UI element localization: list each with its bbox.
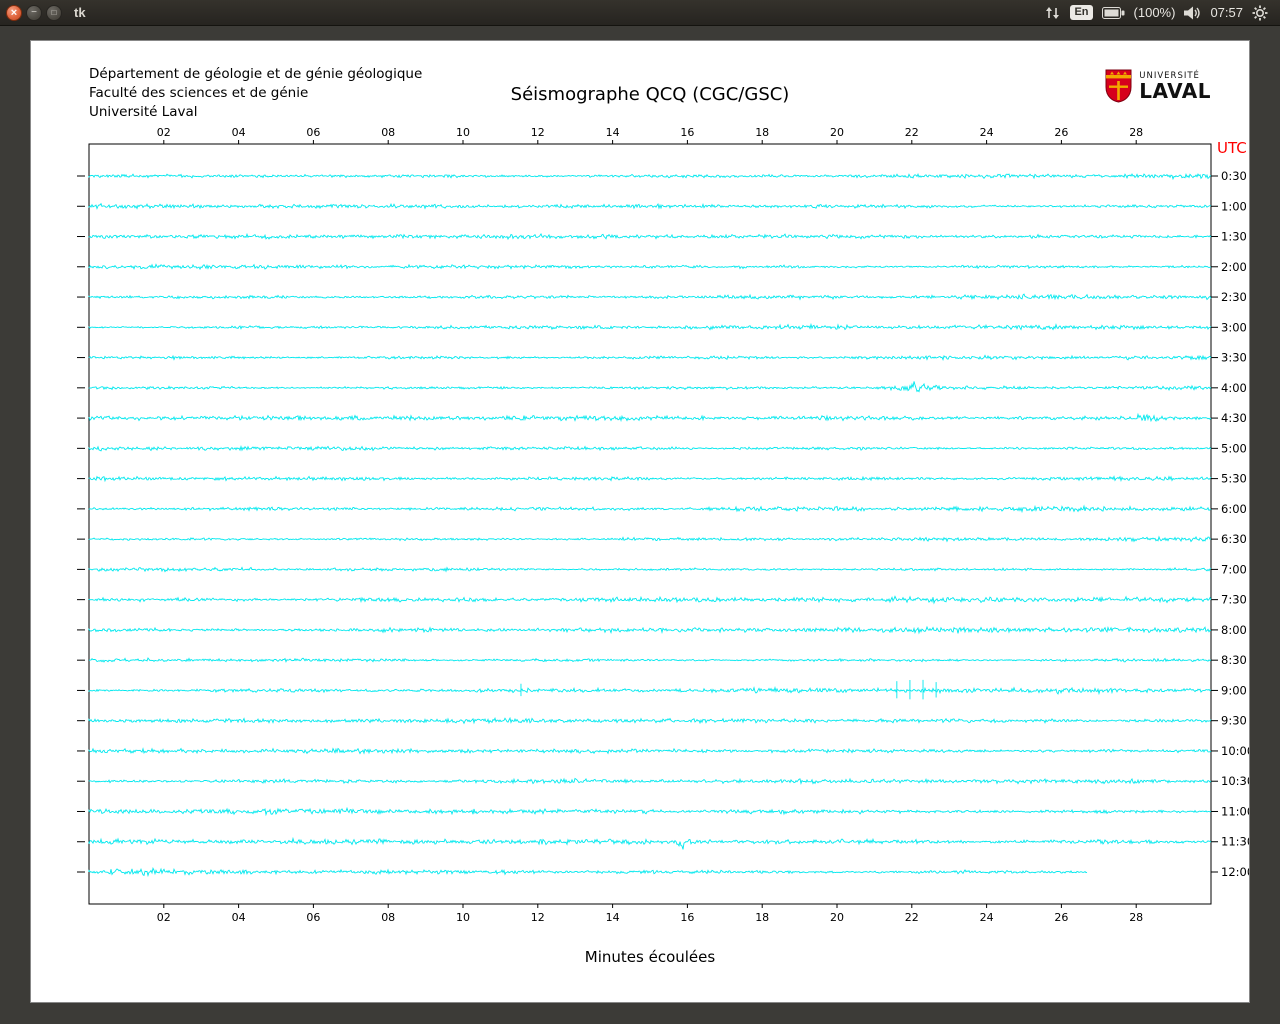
trace-time-label: 5:30: [1221, 472, 1247, 486]
seismogram-trace: [88, 263, 1212, 271]
x-tick-label-bottom: 04: [232, 911, 246, 924]
trace-time-label: 10:00: [1221, 744, 1249, 758]
seismograph-plot: 02 02 04 04 06 06 08 08 10 10 12 12 14 14 16 16 18 18 20 20…: [77, 126, 1249, 966]
window-title: tk: [74, 5, 86, 20]
seismograph-window: Département de géologie et de génie géol…: [30, 40, 1250, 1003]
trace-time-label: 5:00: [1221, 441, 1247, 455]
seismogram-trace: [88, 595, 1212, 605]
x-tick-label-top: 14: [606, 126, 620, 139]
utc-label: UTC: [1217, 139, 1247, 157]
seismogram-trace: [88, 625, 1212, 635]
x-tick-label-top: 22: [905, 126, 919, 139]
seismogram-trace: [88, 381, 1212, 393]
trace-time-label: 9:00: [1221, 683, 1247, 697]
seismogram-trace: [88, 173, 1212, 181]
x-tick-label-bottom: 24: [980, 911, 994, 924]
x-tick-label-bottom: 26: [1054, 911, 1068, 924]
x-tick-label-top: 20: [830, 126, 844, 139]
x-tick-label-top: 04: [232, 126, 246, 139]
x-tick-label-bottom: 20: [830, 911, 844, 924]
trace-time-label: 4:30: [1221, 411, 1247, 425]
x-tick-label-bottom: 14: [606, 911, 620, 924]
trace-time-label: 1:30: [1221, 230, 1247, 244]
trace-time-label: 7:30: [1221, 593, 1247, 607]
trace-time-label: 0:30: [1221, 169, 1247, 183]
minimize-button[interactable]: −: [26, 4, 42, 21]
trace-time-label: 8:00: [1221, 623, 1247, 637]
x-tick-label-top: 06: [306, 126, 320, 139]
plot-border: [88, 143, 1212, 905]
seismogram-trace: [88, 232, 1212, 241]
seismogram-trace: [88, 202, 1212, 210]
x-tick-label-bottom: 12: [531, 911, 545, 924]
seismogram-trace: [88, 504, 1212, 514]
maximize-icon: □: [51, 7, 57, 17]
titlebar: × − □ tk En (100%) 07:57: [0, 0, 1280, 26]
volume-icon[interactable]: [1184, 6, 1201, 20]
x-tick-label-bottom: 10: [456, 911, 470, 924]
seismogram-trace: [88, 475, 1212, 483]
x-tick-label-bottom: 02: [157, 911, 171, 924]
seismogram-trace: [88, 806, 1212, 817]
x-tick-label-top: 18: [755, 126, 769, 139]
keyboard-indicator[interactable]: En: [1070, 5, 1093, 20]
minimize-icon: −: [31, 6, 37, 18]
window-buttons: × − □: [0, 4, 62, 21]
trace-time-label: 3:30: [1221, 351, 1247, 365]
seismogram-trace: [88, 777, 1212, 786]
trace-time-label: 2:00: [1221, 260, 1247, 274]
x-tick-label-top: 16: [680, 126, 694, 139]
seismogram-trace: [88, 657, 1212, 663]
seismogram-trace: [88, 354, 1212, 361]
seismogram-trace: [88, 293, 1212, 301]
seismogram-trace: [88, 535, 1212, 543]
x-tick-label-top: 24: [980, 126, 994, 139]
trace-time-label: 6:30: [1221, 532, 1247, 546]
x-tick-label-bottom: 06: [306, 911, 320, 924]
seismogram-trace: [88, 686, 1212, 696]
clock[interactable]: 07:57: [1210, 5, 1243, 20]
battery-label[interactable]: (100%): [1134, 5, 1176, 20]
trace-time-label: 8:30: [1221, 653, 1247, 667]
session-gear-icon[interactable]: [1252, 5, 1268, 21]
x-tick-label-bottom: 22: [905, 911, 919, 924]
seismogram-trace: [88, 836, 1212, 850]
trace-time-label: 10:30: [1221, 774, 1249, 788]
seismogram-trace: [88, 716, 1212, 725]
x-tick-label-top: 26: [1054, 126, 1068, 139]
updown-arrows-icon[interactable]: [1045, 6, 1061, 20]
x-tick-label-bottom: 28: [1129, 911, 1143, 924]
close-button[interactable]: ×: [6, 4, 22, 21]
seismogram-trace: [88, 444, 1212, 452]
trace-time-label: 3:00: [1221, 320, 1247, 334]
trace-time-label: 12:00: [1221, 865, 1249, 879]
x-tick-label-bottom: 18: [755, 911, 769, 924]
x-tick-label-top: 12: [531, 126, 545, 139]
trace-time-label: 2:30: [1221, 290, 1247, 304]
x-tick-label-top: 08: [381, 126, 395, 139]
seismogram-trace: [88, 747, 1212, 755]
close-icon: ×: [10, 6, 18, 19]
status-tray: En (100%) 07:57: [1045, 5, 1280, 21]
trace-time-label: 6:00: [1221, 502, 1247, 516]
x-tick-label-bottom: 16: [680, 911, 694, 924]
x-tick-label-top: 02: [157, 126, 171, 139]
seismogram-trace: [88, 412, 1212, 423]
trace-time-label: 1:00: [1221, 199, 1247, 213]
trace-time-label: 11:00: [1221, 804, 1249, 818]
seismogram-trace: [88, 866, 1088, 878]
trace-time-label: 11:30: [1221, 835, 1249, 849]
seismogram-trace: [88, 322, 1212, 331]
trace-time-label: 4:00: [1221, 381, 1247, 395]
battery-icon[interactable]: [1101, 6, 1125, 19]
trace-time-label: 7:00: [1221, 562, 1247, 576]
x-tick-label-top: 28: [1129, 126, 1143, 139]
x-axis-title: Minutes écoulées: [585, 948, 716, 966]
x-tick-label-top: 10: [456, 126, 470, 139]
seismogram-trace: [88, 566, 1212, 573]
x-tick-label-bottom: 08: [381, 911, 395, 924]
maximize-button[interactable]: □: [46, 4, 62, 21]
trace-time-label: 9:30: [1221, 714, 1247, 728]
